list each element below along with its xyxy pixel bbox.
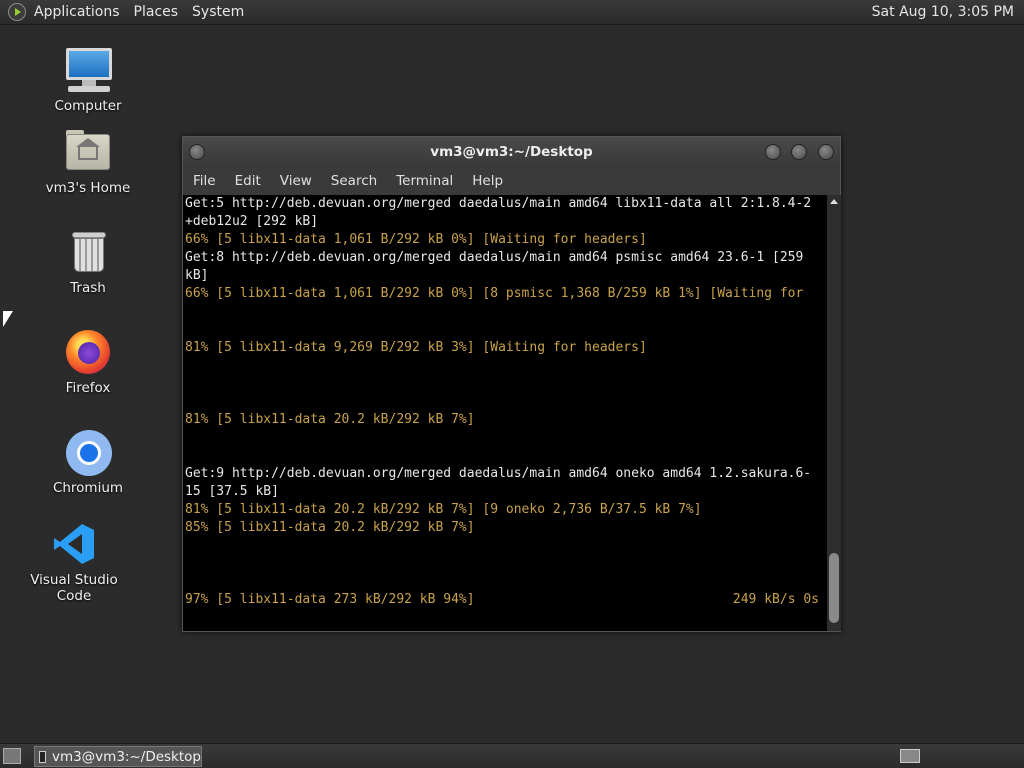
terminal-line: Get:8 http://deb.devuan.org/merged daeda… bbox=[183, 249, 827, 267]
terminal-window[interactable]: vm3@vm3:~/Desktop File Edit View Search … bbox=[182, 136, 841, 632]
menu-file[interactable]: File bbox=[193, 173, 216, 189]
window-title: vm3@vm3:~/Desktop bbox=[430, 144, 593, 160]
trash-icon bbox=[64, 228, 112, 276]
terminal-line-text: 81% [5 libx11-data 20.2 kB/292 kB 7%] [9… bbox=[185, 502, 702, 517]
terminal-line-text: 97% [5 libx11-data 273 kB/292 kB 94%] bbox=[185, 592, 475, 607]
menu-edit[interactable]: Edit bbox=[235, 173, 261, 189]
desktop-icon-label: Computer bbox=[54, 98, 122, 114]
top-panel: Applications Places System Sat Aug 10, 3… bbox=[0, 0, 1024, 25]
terminal-line: kB] bbox=[183, 267, 827, 285]
window-titlebar[interactable]: vm3@vm3:~/Desktop bbox=[183, 137, 840, 167]
chromium-icon bbox=[64, 428, 112, 476]
terminal-line-text: 81% [5 libx11-data 20.2 kB/292 kB 7%] bbox=[185, 412, 475, 427]
home-folder-icon bbox=[64, 128, 112, 176]
maximize-button[interactable] bbox=[791, 144, 807, 160]
desktop-icon-computer[interactable]: Computer bbox=[33, 46, 143, 114]
desktop-icon-label: Trash bbox=[70, 280, 106, 296]
firefox-icon bbox=[64, 328, 112, 376]
taskbar-terminal-button[interactable]: vm3@vm3:~/Desktop bbox=[34, 746, 202, 767]
terminal-line-text: 85% [5 libx11-data 20.2 kB/292 kB 7%] bbox=[185, 520, 475, 535]
terminal-line-rate: 249 kB/s 0s bbox=[732, 592, 819, 607]
terminal-line-text: kB] bbox=[185, 268, 209, 283]
bottom-panel: vm3@vm3:~/Desktop bbox=[0, 743, 1024, 768]
minimize-button[interactable] bbox=[765, 144, 781, 160]
desktop-icon-label: vm3's Home bbox=[45, 180, 131, 196]
taskbar-label: vm3@vm3:~/Desktop bbox=[51, 748, 201, 765]
devuan-logo-icon[interactable] bbox=[8, 3, 26, 21]
menu-places[interactable]: Places bbox=[128, 4, 187, 20]
terminal-line: 81% [5 libx11-data 9,269 B/292 kB 3%] [W… bbox=[183, 339, 827, 357]
desktop-icon-trash[interactable]: Trash bbox=[33, 228, 143, 296]
terminal-line-text: Get:9 http://deb.devuan.org/merged daeda… bbox=[185, 466, 812, 481]
computer-icon bbox=[64, 46, 112, 94]
menu-search[interactable]: Search bbox=[331, 173, 377, 189]
terminal-line: 81% [5 libx11-data 20.2 kB/292 kB 7%] bbox=[183, 411, 827, 429]
terminal-menubar: File Edit View Search Terminal Help bbox=[183, 167, 840, 195]
terminal-line-text: 66% [5 libx11-data 1,061 B/292 kB 0%] [8… bbox=[185, 286, 804, 301]
terminal-scrollbar[interactable] bbox=[827, 195, 841, 631]
terminal-line-text: +deb12u2 [292 kB] bbox=[185, 214, 319, 229]
terminal-line-text: 81% [5 libx11-data 9,269 B/292 kB 3%] [W… bbox=[185, 340, 647, 355]
terminal-line: 66% [5 libx11-data 1,061 B/292 kB 0%] [W… bbox=[183, 231, 827, 249]
workspace-switcher[interactable] bbox=[900, 749, 920, 763]
terminal-line: 66% [5 libx11-data 1,061 B/292 kB 0%] [8… bbox=[183, 285, 827, 303]
mouse-pointer-icon bbox=[3, 311, 13, 327]
terminal-line: 97% [5 libx11-data 273 kB/292 kB 94%] 249… bbox=[183, 591, 827, 609]
terminal-line-text: 66% [5 libx11-data 1,061 B/292 kB 0%] [W… bbox=[185, 232, 647, 247]
terminal-line: 81% [5 libx11-data 20.2 kB/292 kB 7%] [9… bbox=[183, 501, 827, 519]
desktop-icon-vscode[interactable]: Visual Studio Code bbox=[19, 520, 129, 604]
terminal-icon bbox=[39, 750, 46, 763]
menu-help[interactable]: Help bbox=[472, 173, 503, 189]
menu-terminal[interactable]: Terminal bbox=[396, 173, 453, 189]
terminal-line: Get:9 http://deb.devuan.org/merged daeda… bbox=[183, 465, 827, 483]
terminal-output[interactable]: Get:5 http://deb.devuan.org/merged daeda… bbox=[183, 195, 827, 631]
terminal-line: Get:5 http://deb.devuan.org/merged daeda… bbox=[183, 195, 827, 213]
vscode-icon bbox=[50, 520, 98, 568]
desktop-icon-home[interactable]: vm3's Home bbox=[33, 128, 143, 196]
show-desktop-icon[interactable] bbox=[3, 748, 21, 764]
close-button[interactable] bbox=[818, 144, 834, 160]
clock[interactable]: Sat Aug 10, 3:05 PM bbox=[872, 4, 1014, 20]
menu-applications[interactable]: Applications bbox=[32, 4, 128, 20]
terminal-line: +deb12u2 [292 kB] bbox=[183, 213, 827, 231]
desktop-icon-chromium[interactable]: Chromium bbox=[33, 428, 143, 496]
terminal-line: 85% [5 libx11-data 20.2 kB/292 kB 7%] bbox=[183, 519, 827, 537]
desktop-icon-firefox[interactable]: Firefox bbox=[33, 328, 143, 396]
menu-view[interactable]: View bbox=[280, 173, 312, 189]
terminal-line-text: Get:8 http://deb.devuan.org/merged daeda… bbox=[185, 250, 804, 265]
scrollbar-thumb[interactable] bbox=[829, 553, 839, 623]
desktop-icon-label: Chromium bbox=[52, 480, 124, 496]
terminal-line-text: Get:5 http://deb.devuan.org/merged daeda… bbox=[185, 196, 812, 211]
terminal-line: 15 [37.5 kB] bbox=[183, 483, 827, 501]
terminal-line-text: 15 [37.5 kB] bbox=[185, 484, 279, 499]
desktop-icon-label: Firefox bbox=[65, 380, 111, 396]
scroll-up-arrow-icon[interactable] bbox=[830, 199, 838, 204]
menu-system[interactable]: System bbox=[186, 4, 252, 20]
desktop-icon-label: Visual Studio Code bbox=[30, 572, 118, 604]
